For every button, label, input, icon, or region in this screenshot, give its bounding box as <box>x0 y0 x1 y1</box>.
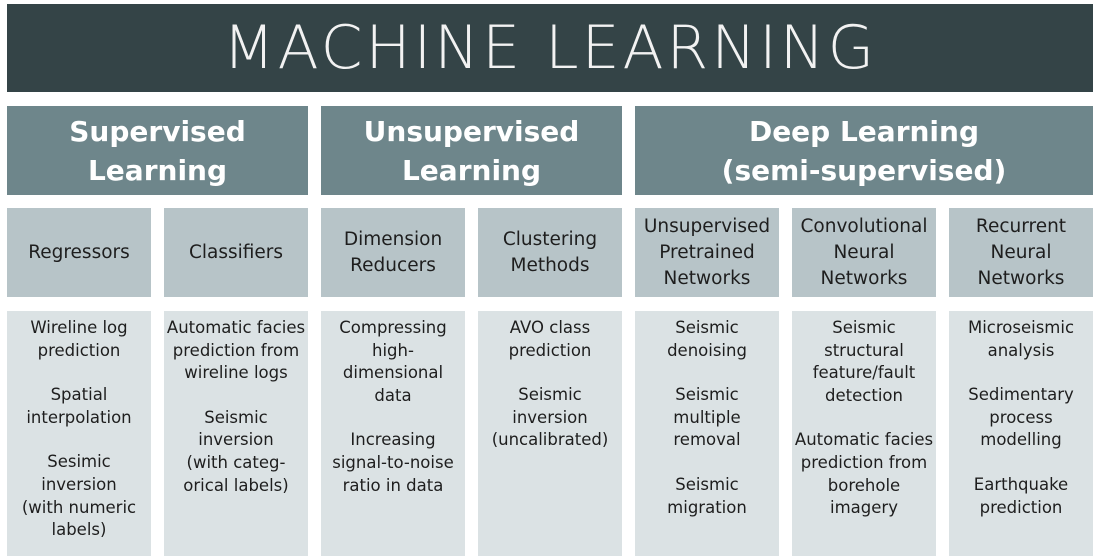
applications-regressors: Wireline log prediction Spatial interpol… <box>7 311 151 556</box>
category-deep-learning: Deep Learning (semi-supervised) <box>635 106 1093 195</box>
applications-recurrent-neural-networks: Microseismic analysis Sedimentary proces… <box>949 311 1093 556</box>
application-item: Wireline log prediction <box>30 318 128 360</box>
category-supervised-learning: Supervised Learning <box>7 106 308 195</box>
subcategory-recurrent-neural-networks: Recurrent Neural Networks <box>949 208 1093 297</box>
application-item: Seismic inversion (uncalibrated) <box>491 385 609 450</box>
subcategory-label: Unsupervised Pretrained Networks <box>643 215 771 289</box>
subcategory-label: Clustering Methods <box>502 228 598 276</box>
applications-dimension-reducers: Compressing high- dimensional data Incre… <box>321 311 465 556</box>
subcategory-unsupervised-pretrained-networks: Unsupervised Pretrained Networks <box>635 208 779 297</box>
application-item: Seismic denoising <box>667 318 747 360</box>
application-item: AVO class prediction <box>508 318 592 360</box>
application-item: Compressing high- dimensional data <box>339 318 447 405</box>
application-item: Automatic facies prediction from wirelin… <box>166 318 306 383</box>
category-label: Supervised Learning <box>69 114 246 187</box>
subcategory-label: Recurrent Neural Networks <box>975 215 1067 289</box>
application-item: Microseismic analysis <box>967 318 1075 360</box>
subcategory-label: Classifiers <box>188 241 284 263</box>
diagram-title: MACHINE LEARNING <box>222 13 878 83</box>
subcategory-label: Dimension Reducers <box>343 228 443 276</box>
application-item: Seismic structural feature/fault detecti… <box>812 318 916 405</box>
subcategory-convolutional-neural-networks: Convolutional Neural Networks <box>792 208 936 297</box>
application-item: Seismic inversion (with categ- orical la… <box>183 407 289 495</box>
application-item: Earthquake prediction <box>973 474 1069 517</box>
subcategory-classifiers: Classifiers <box>164 208 308 297</box>
application-item: Sesimic inversion (with numeric labels) <box>21 452 137 540</box>
application-item: Increasing signal-to-noise ratio in data <box>332 430 454 495</box>
applications-unsupervised-pretrained-networks: Seismic denoising Seismic multiple remov… <box>635 311 779 556</box>
subcategory-dimension-reducers: Dimension Reducers <box>321 208 465 297</box>
application-item: Seismic multiple removal <box>673 385 741 450</box>
application-item: Sedimentary process modelling <box>968 385 1074 450</box>
applications-clustering-methods: AVO class prediction Seismic inversion (… <box>478 311 622 556</box>
applications-classifiers: Automatic facies prediction from wirelin… <box>164 311 308 556</box>
category-unsupervised-learning: Unsupervised Learning <box>321 106 622 195</box>
applications-convolutional-neural-networks: Seismic structural feature/fault detecti… <box>792 311 936 556</box>
subcategory-label: Regressors <box>28 241 130 263</box>
subcategory-clustering-methods: Clustering Methods <box>478 208 622 297</box>
application-item: Automatic facies prediction from borehol… <box>794 430 934 518</box>
category-label: Deep Learning (semi-supervised) <box>721 114 1007 187</box>
application-item: Seismic migration <box>667 474 747 517</box>
category-label: Unsupervised Learning <box>363 114 580 187</box>
title-bar: MACHINE LEARNING <box>7 4 1093 92</box>
subcategory-regressors: Regressors <box>7 208 151 297</box>
application-item: Spatial interpolation <box>26 385 132 427</box>
subcategory-label: Convolutional Neural Networks <box>800 215 928 289</box>
